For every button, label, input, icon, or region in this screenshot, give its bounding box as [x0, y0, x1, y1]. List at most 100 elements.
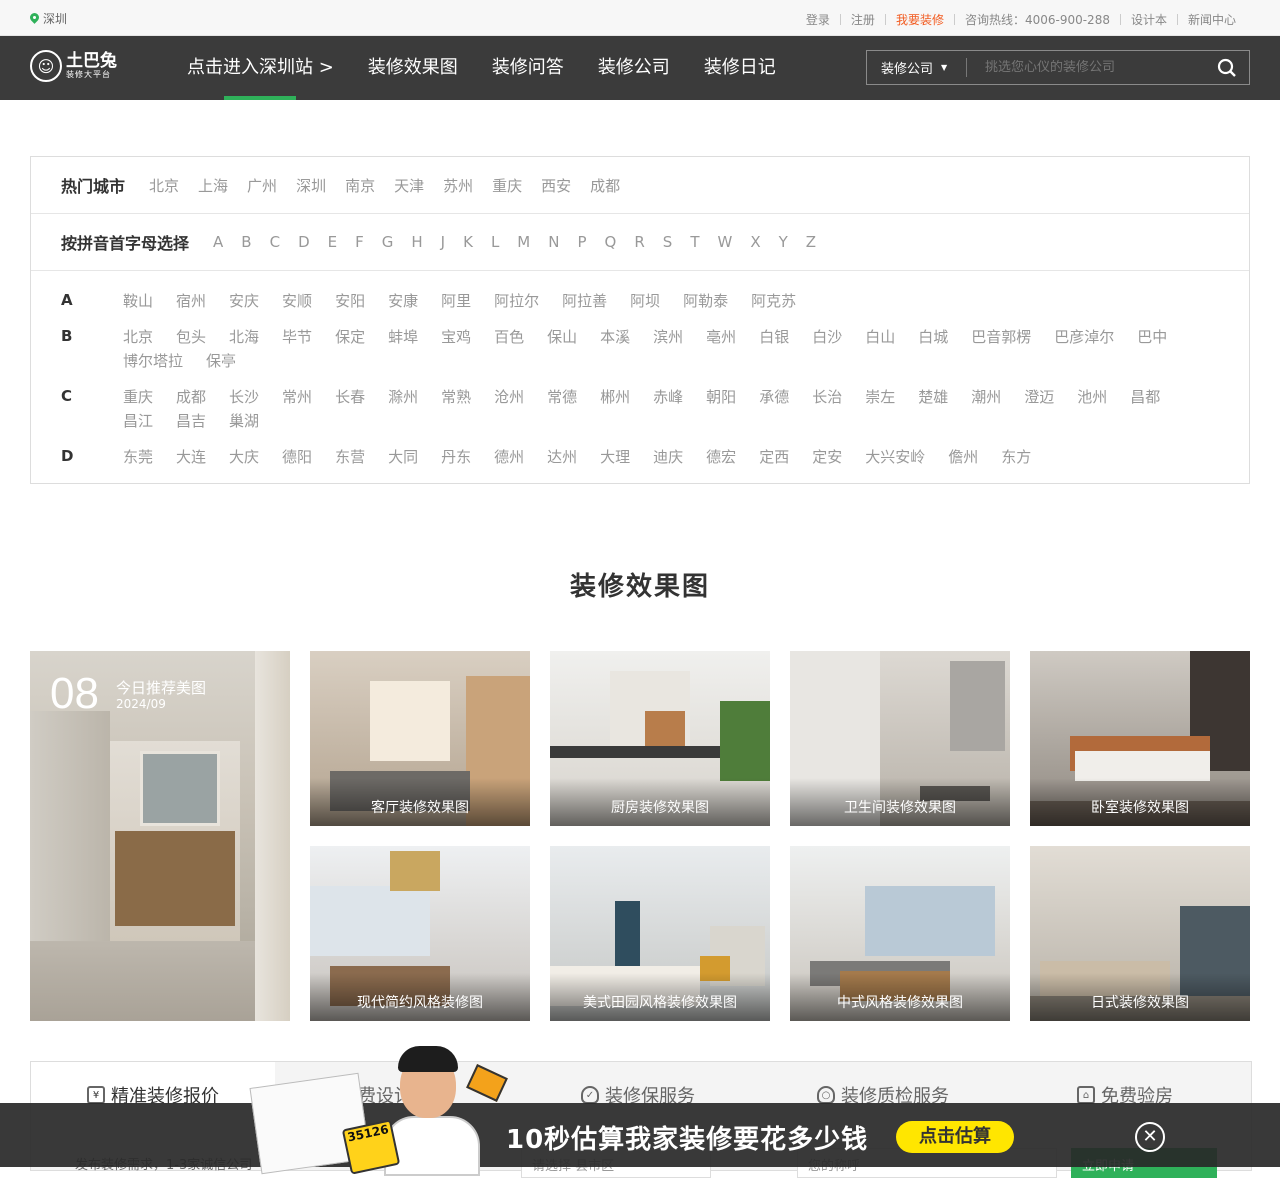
- nav-item-diary[interactable]: 装修日记: [687, 36, 793, 100]
- city-link[interactable]: 郴州: [600, 387, 630, 407]
- city-link[interactable]: 大理: [600, 447, 630, 467]
- city-link[interactable]: 承德: [759, 387, 789, 407]
- gallery-tile[interactable]: 日式装修效果图: [1030, 846, 1250, 1021]
- hot-city-link[interactable]: 成都: [590, 175, 620, 196]
- city-link[interactable]: 阿拉善: [562, 291, 607, 311]
- letter-link[interactable]: N: [548, 233, 559, 251]
- city-link[interactable]: 崇左: [865, 387, 895, 407]
- city-link[interactable]: 安顺: [282, 291, 312, 311]
- city-link[interactable]: 毕节: [282, 327, 312, 347]
- letter-link[interactable]: S: [663, 233, 673, 251]
- city-link[interactable]: 巴音郭楞: [971, 327, 1031, 347]
- nav-item-companies[interactable]: 装修公司: [581, 36, 687, 100]
- letter-link[interactable]: G: [382, 233, 394, 251]
- city-link[interactable]: 赤峰: [653, 387, 683, 407]
- hot-city-link[interactable]: 天津: [394, 175, 424, 196]
- letter-link[interactable]: Y: [779, 233, 788, 251]
- city-link[interactable]: 巴彦淖尔: [1054, 327, 1114, 347]
- letter-link[interactable]: K: [463, 233, 473, 251]
- city-link[interactable]: 常德: [547, 387, 577, 407]
- city-link[interactable]: 鞍山: [123, 291, 153, 311]
- city-link[interactable]: 保山: [547, 327, 577, 347]
- city-link[interactable]: 德宏: [706, 447, 736, 467]
- letter-link[interactable]: B: [241, 233, 251, 251]
- letter-link[interactable]: P: [577, 233, 586, 251]
- hot-city-link[interactable]: 重庆: [492, 175, 522, 196]
- hot-city-link[interactable]: 深圳: [296, 175, 326, 196]
- city-link[interactable]: 昌江: [123, 411, 153, 431]
- city-link[interactable]: 德州: [494, 447, 524, 467]
- letter-link[interactable]: J: [441, 233, 445, 251]
- city-link[interactable]: 昌吉: [176, 411, 206, 431]
- estimate-button[interactable]: 点击估算: [896, 1121, 1014, 1153]
- city-link[interactable]: 本溪: [600, 327, 630, 347]
- letter-link[interactable]: A: [213, 233, 223, 251]
- city-link[interactable]: 宿州: [176, 291, 206, 311]
- login-link[interactable]: 登录: [806, 11, 830, 28]
- gallery-tile[interactable]: 卧室装修效果图: [1030, 651, 1250, 826]
- city-link[interactable]: 蚌埠: [388, 327, 418, 347]
- city-link[interactable]: 阿拉尔: [494, 291, 539, 311]
- nav-item-effects[interactable]: 装修效果图: [351, 36, 475, 100]
- city-link[interactable]: 重庆: [123, 387, 153, 407]
- city-link[interactable]: 北海: [229, 327, 259, 347]
- city-link[interactable]: 安庆: [229, 291, 259, 311]
- city-link[interactable]: 定西: [759, 447, 789, 467]
- gallery-tile[interactable]: 卫生间装修效果图: [790, 651, 1010, 826]
- city-link[interactable]: 阿坝: [630, 291, 660, 311]
- city-link[interactable]: 常州: [282, 387, 312, 407]
- search-input[interactable]: [967, 60, 1205, 75]
- gallery-tile[interactable]: 现代简约风格装修图: [310, 846, 530, 1021]
- city-link[interactable]: 大连: [176, 447, 206, 467]
- hot-city-link[interactable]: 苏州: [443, 175, 473, 196]
- design-link[interactable]: 设计本: [1131, 11, 1167, 28]
- letter-link[interactable]: M: [517, 233, 530, 251]
- letter-link[interactable]: W: [717, 233, 732, 251]
- city-link[interactable]: 定安: [812, 447, 842, 467]
- city-link[interactable]: 巢湖: [229, 411, 259, 431]
- logo[interactable]: ☺ 土巴兔 装修大平台: [30, 50, 117, 82]
- city-link[interactable]: 朝阳: [706, 387, 736, 407]
- city-link[interactable]: 滁州: [388, 387, 418, 407]
- city-link[interactable]: 保定: [335, 327, 365, 347]
- search-button[interactable]: [1205, 51, 1249, 84]
- city-link[interactable]: 潮州: [971, 387, 1001, 407]
- close-icon[interactable]: ✕: [1135, 1122, 1165, 1152]
- city-link[interactable]: 大兴安岭: [865, 447, 925, 467]
- city-link[interactable]: 安阳: [335, 291, 365, 311]
- letter-link[interactable]: H: [411, 233, 422, 251]
- city-link[interactable]: 东方: [1001, 447, 1031, 467]
- letter-link[interactable]: D: [298, 233, 310, 251]
- city-link[interactable]: 阿勒泰: [683, 291, 728, 311]
- city-link[interactable]: 保亭: [206, 351, 236, 371]
- letter-link[interactable]: X: [750, 233, 760, 251]
- city-link[interactable]: 澄迈: [1024, 387, 1054, 407]
- hot-city-link[interactable]: 上海: [198, 175, 228, 196]
- city-link[interactable]: 长沙: [229, 387, 259, 407]
- city-link[interactable]: 包头: [176, 327, 206, 347]
- hot-city-link[interactable]: 广州: [247, 175, 277, 196]
- nav-item-qa[interactable]: 装修问答: [475, 36, 581, 100]
- city-link[interactable]: 宝鸡: [441, 327, 471, 347]
- city-link[interactable]: 滨州: [653, 327, 683, 347]
- city-link[interactable]: 丹东: [441, 447, 471, 467]
- letter-link[interactable]: Z: [806, 233, 816, 251]
- hot-city-link[interactable]: 北京: [149, 175, 179, 196]
- letter-link[interactable]: L: [491, 233, 499, 251]
- city-link[interactable]: 东营: [335, 447, 365, 467]
- news-link[interactable]: 新闻中心: [1188, 11, 1236, 28]
- city-link[interactable]: 长春: [335, 387, 365, 407]
- letter-link[interactable]: F: [355, 233, 364, 251]
- gallery-tile[interactable]: 厨房装修效果图: [550, 651, 770, 826]
- gallery-tile[interactable]: 客厅装修效果图: [310, 651, 530, 826]
- city-link[interactable]: 阿里: [441, 291, 471, 311]
- city-link[interactable]: 白山: [865, 327, 895, 347]
- city-link[interactable]: 大同: [388, 447, 418, 467]
- city-link[interactable]: 德阳: [282, 447, 312, 467]
- city-link[interactable]: 阿克苏: [751, 291, 796, 311]
- register-link[interactable]: 注册: [851, 11, 875, 28]
- city-link[interactable]: 大庆: [229, 447, 259, 467]
- city-link[interactable]: 昌都: [1130, 387, 1160, 407]
- city-link[interactable]: 东莞: [123, 447, 153, 467]
- city-link[interactable]: 巴中: [1137, 327, 1167, 347]
